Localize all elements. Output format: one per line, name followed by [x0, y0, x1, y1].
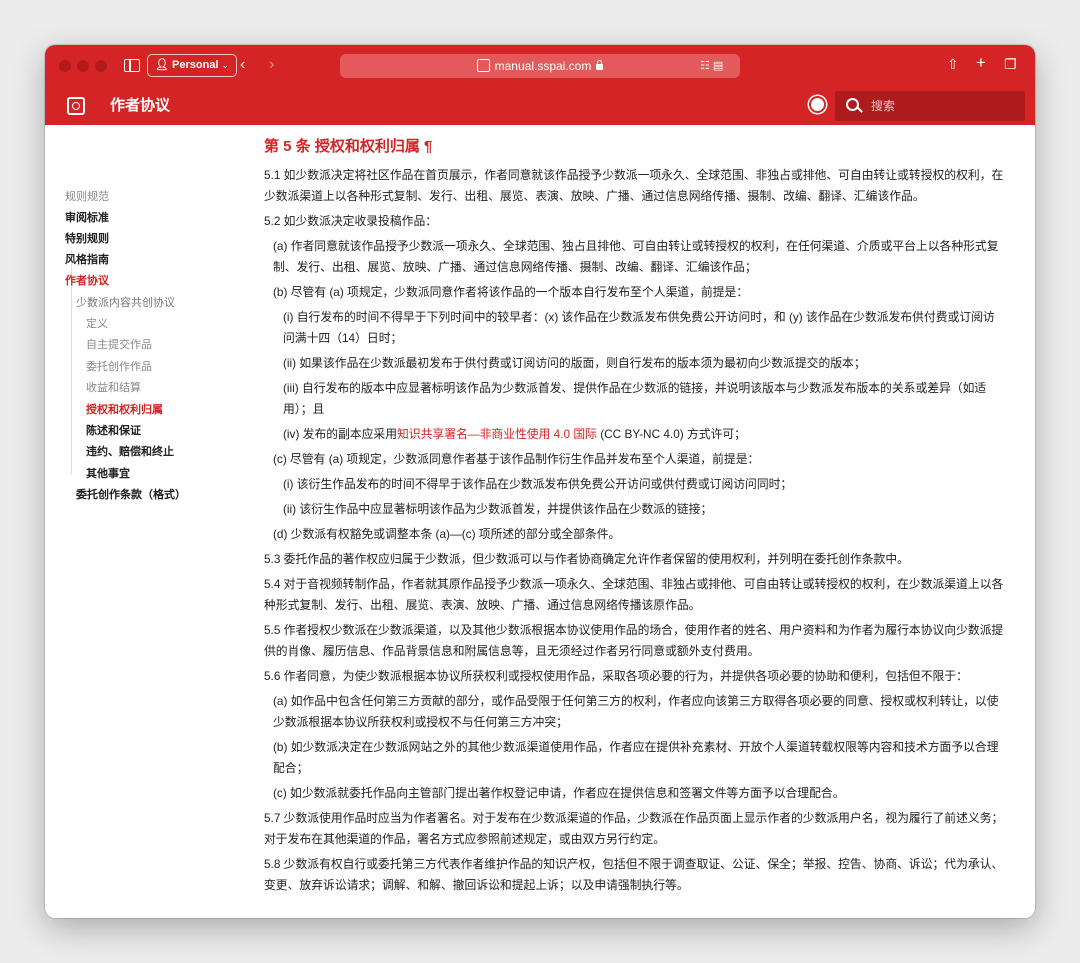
nav-leaf[interactable]: 陈述和保证 [86, 423, 141, 439]
clause-text: (CC BY-NC 4.0) 方式许可； [596, 427, 746, 441]
section-heading: 第 5 条 授权和权利归属 ¶ [264, 138, 433, 155]
sidebar-toggle-icon[interactable] [124, 59, 140, 72]
clause-5-6-c: (c) 如少数派就委托作品向主管部门提出著作权登记申请，作者应在提供信息和签署文… [273, 786, 845, 800]
url-text: manual.sspai.com [494, 59, 592, 73]
nav-item-active[interactable]: 作者协议 [65, 273, 109, 289]
chevron-down-icon: ⌄ [221, 60, 230, 70]
paragraph-5-3: 5.3 委托作品的著作权应归属于少数派，但少数派可以与作者协商确定允许作者保留的… [264, 552, 909, 566]
cc-license-link[interactable]: 知识共享署名—非商业性使用 4.0 国际 [397, 427, 597, 441]
translate-icon[interactable]: ☷ ▤ [700, 54, 723, 78]
theme-toggle-icon[interactable] [811, 98, 824, 111]
article-content: 第 5 条 授权和权利归属 ¶ 5.1 如少数派决定将社区作品在首页展示，作者同… [264, 125, 1004, 900]
address-bar[interactable]: manual.sspai.com ☷ ▤ [340, 54, 740, 78]
nav-leaf[interactable]: 定义 [86, 316, 108, 332]
search-box[interactable] [835, 91, 1025, 121]
clause-5-2-b-iii: (iii) 自行发布的版本中应显著标明该作品为少数派首发、提供作品在少数派的链接… [283, 381, 987, 416]
site-title[interactable]: 作者协议 [110, 95, 170, 117]
nav-item[interactable]: 风格指南 [65, 252, 109, 268]
forward-icon[interactable]: › [269, 57, 274, 73]
browser-window: 👤︎ Personal ⌄ ‹ › manual.sspai.com ☷ ▤ ⇧ … [45, 45, 1035, 918]
clause-5-6-b: (b) 如少数派决定在少数派网站之外的其他少数派渠道使用作品，作者应在提供补充素… [273, 740, 999, 775]
clause-5-2-b-ii: (ii) 如果该作品在少数派最初发布于供付费或订阅访问的版面，则自行发布的版本须… [283, 356, 866, 370]
nav-item[interactable]: 委托创作条款（格式） [76, 487, 186, 503]
nav-category: 规则规范 [65, 191, 109, 203]
clause-5-2-d: (d) 少数派有权豁免或调整本条 (a)—(c) 项所述的部分或全部条件。 [273, 527, 621, 541]
lock-icon [596, 60, 604, 70]
paragraph-5-6: 5.6 作者同意，为使少数派根据本协议所获权利或授权使用作品，采取各项必要的行为… [264, 669, 968, 683]
share-icon[interactable]: ⇧ [947, 56, 959, 72]
tab-overview-icon[interactable]: ❐ [1004, 56, 1017, 72]
profile-button[interactable]: 👤︎ Personal ⌄ [147, 54, 238, 77]
new-tab-icon[interactable]: + [976, 54, 986, 71]
clause-5-6-a: (a) 如作品中包含任何第三方贡献的部分，或作品受限于任何第三方的权利，作者应向… [273, 694, 999, 729]
site-header: 作者协议 [45, 87, 1035, 125]
clause-text: (iv) 发布的副本应采用 [283, 427, 398, 441]
nav-item[interactable]: 特别规则 [65, 231, 109, 247]
clause-5-2-a: (a) 作者同意就该作品授予少数派一项永久、全球范围、独占且排他、可自由转让或转… [273, 239, 999, 274]
zoom-window-button[interactable] [95, 60, 107, 72]
close-window-button[interactable] [59, 60, 71, 72]
clause-5-2-c-i: (i) 该衍生作品发布的时间不得早于该作品在少数派发布供免费公开访问或供付费或订… [283, 477, 793, 491]
paragraph-5-7: 5.7 少数派使用作品时应当为作者署名。对于发布在少数派渠道的作品，少数派在作品… [264, 811, 1004, 846]
paragraph-5-8: 5.8 少数派有权自行或委托第三方代表作者维护作品的知识产权，包括但不限于调查取… [264, 857, 1004, 892]
clause-5-2-b: (b) 尽管有 (a) 项规定，少数派同意作者将该作品的一个版本自行发布至个人渠… [273, 285, 749, 299]
nav-item[interactable]: 审阅标准 [65, 210, 109, 226]
clause-5-2-b-i: (i) 自行发布的时间不得早于下列时间中的较早者：(x) 该作品在少数派发布供免… [283, 310, 995, 345]
paragraph-5-4: 5.4 对于音视频转制作品，作者就其原作品授予少数派一项永久、全球范围、非独占或… [264, 577, 1004, 612]
person-icon: 👤︎ [155, 59, 169, 71]
nav-leaf[interactable]: 其他事宜 [86, 466, 130, 482]
nav-leaf-active[interactable]: 授权和权利归属 [86, 402, 163, 418]
clause-5-2-c: (c) 尽管有 (a) 项规定，少数派同意作者基于该作品制作衍生作品并发布至个人… [273, 452, 760, 466]
nav-leaf[interactable]: 委托创作作品 [86, 359, 152, 375]
clause-5-2-b-iv: (iv) 发布的副本应采用知识共享署名—非商业性使用 4.0 国际 (CC BY… [283, 424, 1004, 445]
minimize-window-button[interactable] [77, 60, 89, 72]
nav-subsection[interactable]: 少数派内容共创协议 [76, 295, 175, 311]
nav-leaf[interactable]: 违约、赔偿和终止 [86, 444, 174, 460]
site-icon [476, 59, 490, 72]
search-input[interactable] [871, 96, 1011, 116]
clause-5-2-c-ii: (ii) 该衍生作品中应显著标明该作品为少数派首发，并提供该作品在少数派的链接； [283, 502, 713, 516]
paragraph-5-2: 5.2 如少数派决定收录投稿作品： [264, 214, 438, 228]
paragraph-5-1: 5.1 如少数派决定将社区作品在首页展示，作者同意就该作品授予少数派一项永久、全… [264, 168, 1004, 203]
profile-label: Personal [172, 59, 219, 71]
site-logo-icon[interactable] [67, 97, 85, 115]
search-icon [846, 98, 859, 111]
browser-toolbar: 👤︎ Personal ⌄ ‹ › manual.sspai.com ☷ ▤ ⇧ … [45, 45, 1035, 87]
nav-leaf[interactable]: 收益和结算 [86, 380, 141, 396]
paragraph-5-5: 5.5 作者授权少数派在少数派渠道，以及其他少数派根据本协议使用作品的场合，使用… [264, 623, 1004, 658]
back-icon[interactable]: ‹ [240, 57, 245, 73]
nav-leaf[interactable]: 自主提交作品 [86, 337, 152, 353]
